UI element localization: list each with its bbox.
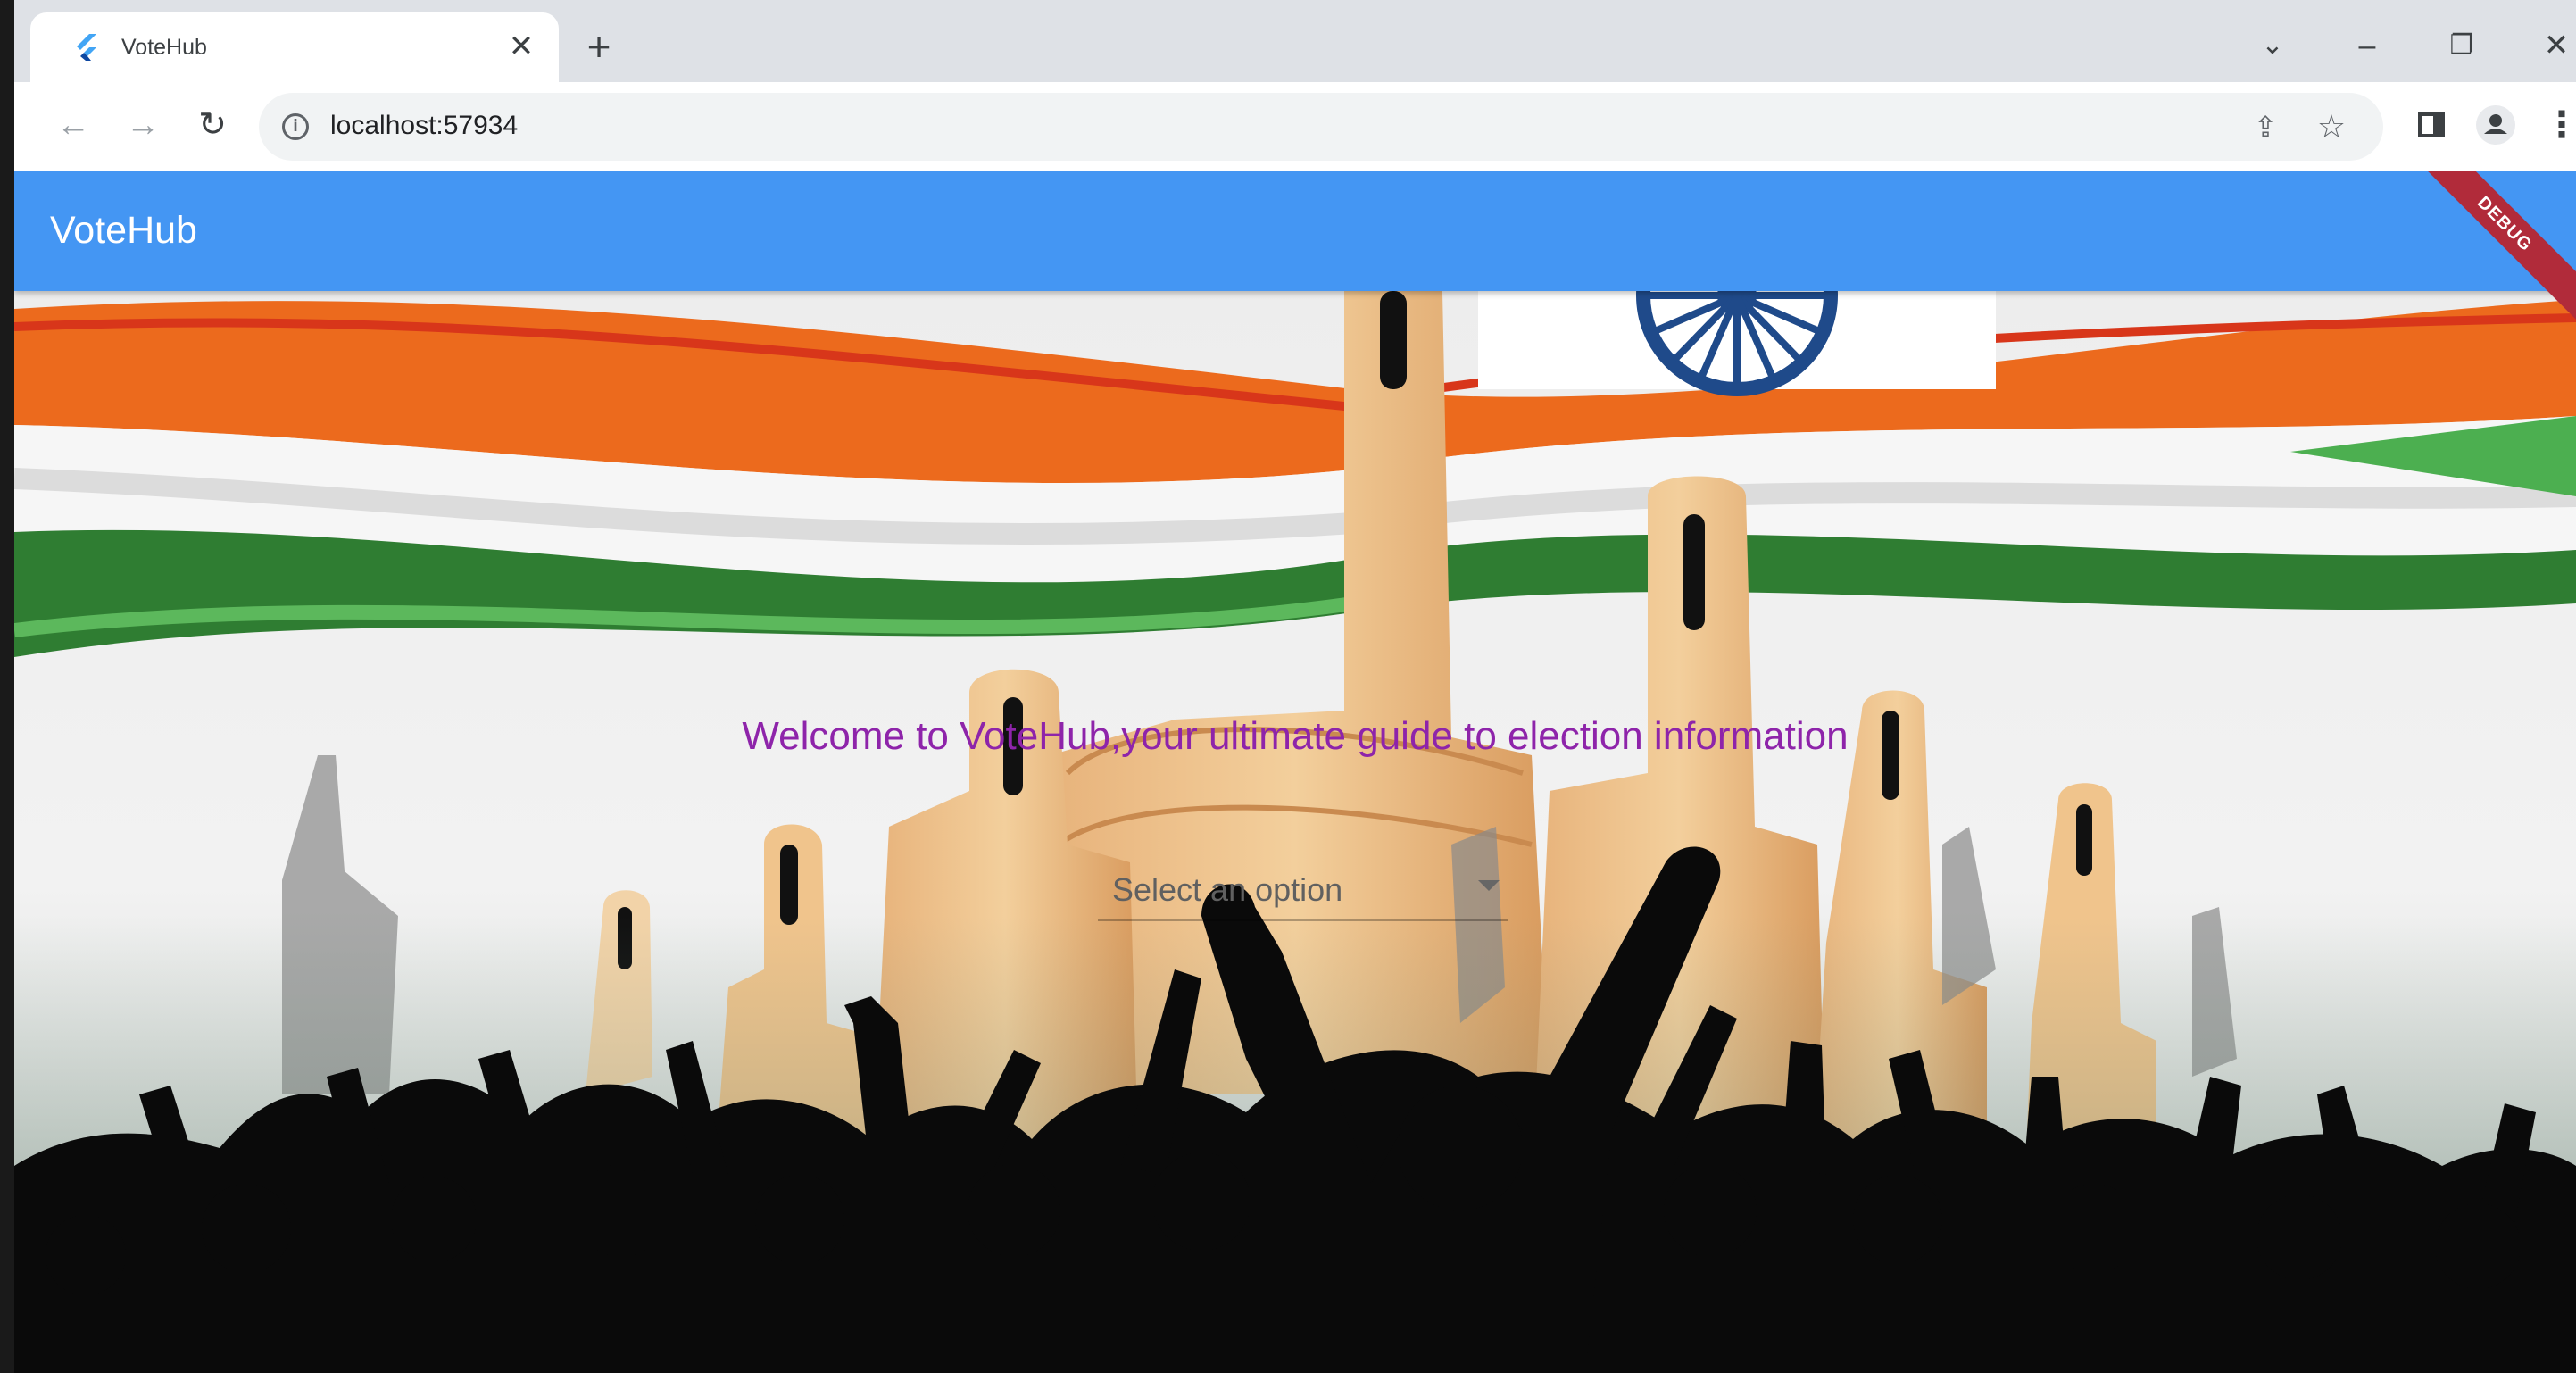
voting-hands-illustration <box>14 291 2576 1373</box>
tab-strip: VoteHub ✕ + ⌄ – ❐ ✕ <box>14 0 2576 82</box>
tab-title: VoteHub <box>121 35 207 60</box>
app-bar: VoteHub <box>14 171 2576 291</box>
side-panel-icon[interactable] <box>2406 100 2456 150</box>
dropdown-arrow-icon <box>1478 880 1500 891</box>
option-dropdown[interactable]: Select an option <box>1098 853 1508 921</box>
share-icon[interactable]: ⇪ <box>2244 105 2287 148</box>
restore-icon[interactable]: ❐ <box>2435 20 2489 73</box>
reload-button[interactable]: ↻ <box>187 100 237 150</box>
flutter-icon <box>77 34 96 61</box>
close-tab-icon[interactable]: ✕ <box>503 29 539 64</box>
new-tab-button[interactable]: + <box>577 26 621 68</box>
tab-search-icon[interactable]: ⌄ <box>2246 20 2299 73</box>
address-bar[interactable]: i localhost:57934 ⇪ ☆ <box>259 93 2383 161</box>
hero-background: Welcome to VoteHub,your ultimate guide t… <box>14 291 2576 1373</box>
browser-menu-icon[interactable]: ⋮ <box>2537 100 2576 150</box>
welcome-message: Welcome to VoteHub,your ultimate guide t… <box>742 714 1849 758</box>
forward-button[interactable]: → <box>118 100 168 150</box>
back-button[interactable]: ← <box>48 100 98 150</box>
dropdown-placeholder: Select an option <box>1112 871 1343 908</box>
site-info-icon[interactable]: i <box>282 113 309 140</box>
app-root: VoteHub DEBUG Welcome to VoteHub,your ul… <box>14 171 2576 1373</box>
app-title: VoteHub <box>50 209 197 252</box>
browser-window: VoteHub ✕ + ⌄ – ❐ ✕ ← → ↻ i localhost:57… <box>0 0 2576 1373</box>
close-window-icon[interactable]: ✕ <box>2530 20 2576 73</box>
tab-votehub[interactable]: VoteHub ✕ <box>30 12 559 82</box>
browser-toolbar: ← → ↻ i localhost:57934 ⇪ ☆ ⋮ <box>14 82 2576 171</box>
url-text[interactable]: localhost:57934 <box>330 111 518 141</box>
minimize-icon[interactable]: – <box>2340 20 2394 73</box>
profile-icon[interactable] <box>2471 100 2521 150</box>
bookmark-star-icon[interactable]: ☆ <box>2310 105 2353 148</box>
